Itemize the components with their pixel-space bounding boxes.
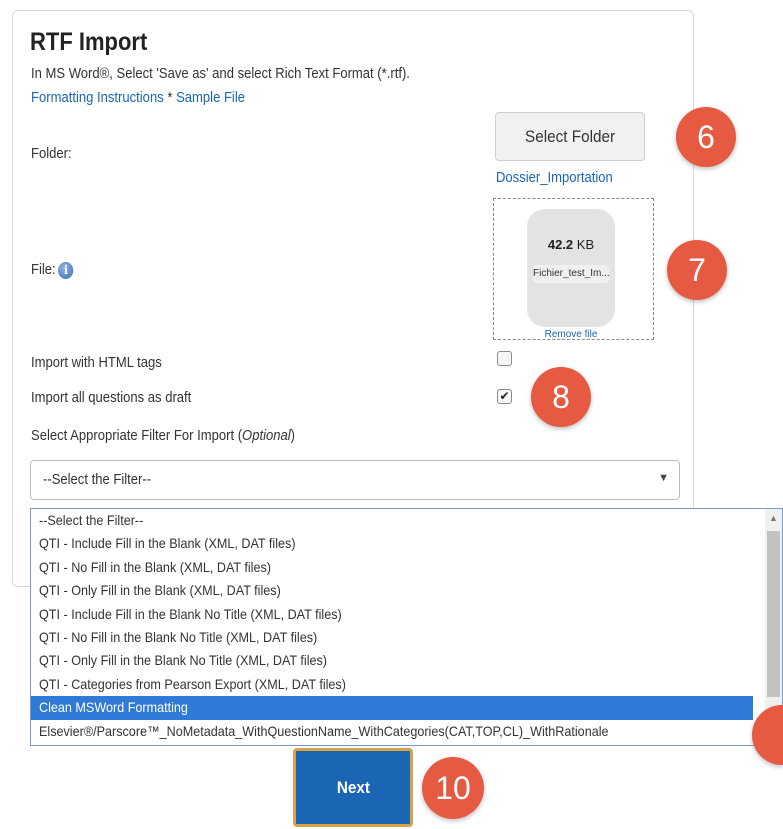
import-instructions: In MS Word®, Select 'Save as' and select…: [31, 66, 410, 82]
file-name: Fichier_test_Im...: [533, 265, 609, 283]
help-links: Formatting Instructions * Sample File: [31, 90, 245, 106]
step-badge-6: 6: [676, 107, 736, 167]
filter-option[interactable]: QTI - Include Fill in the Blank No Title…: [31, 603, 753, 626]
filter-option[interactable]: Elsevier®/Parscore™_NoMetadata_WithQuest…: [31, 720, 753, 743]
filter-select-value: --Select the Filter--: [43, 472, 152, 488]
next-button[interactable]: Next: [293, 748, 413, 827]
file-size: 42.2 KB: [527, 237, 615, 252]
file-preview-card: 42.2 KB Fichier_test_Im... Remove file: [527, 209, 615, 340]
formatting-instructions-link[interactable]: Formatting Instructions: [31, 90, 164, 106]
select-folder-button[interactable]: Select Folder: [495, 112, 645, 161]
filter-option-label: QTI - Only Fill in the Blank No Title (X…: [39, 652, 328, 669]
file-size-value: 42.2: [547, 237, 574, 252]
filter-dropdown-list[interactable]: --Select the Filter-- QTI - Include Fill…: [30, 508, 783, 746]
step-badge-8: 8: [531, 367, 591, 427]
filter-option-label: QTI - No Fill in the Blank (XML, DAT fil…: [39, 558, 271, 575]
link-separator: *: [167, 90, 173, 106]
filter-option[interactable]: QTI - Categories from Pearson Export (XM…: [31, 673, 753, 696]
filter-option-label: QTI - Only Fill in the Blank (XML, DAT f…: [39, 582, 281, 599]
filter-option-label: QTI - No Fill in the Blank No Title (XML…: [39, 628, 318, 645]
filter-option-highlighted[interactable]: Clean MSWord Formatting: [31, 696, 753, 720]
draft-label: Import all questions as draft: [31, 390, 192, 406]
filter-select[interactable]: --Select the Filter-- ▼: [30, 460, 680, 500]
filter-option[interactable]: QTI - No Fill in the Blank (XML, DAT fil…: [31, 556, 753, 579]
chevron-down-icon: ▼: [658, 472, 669, 484]
step-badge-10: 10: [422, 757, 484, 819]
page-title: RTF Import: [30, 28, 148, 56]
filter-option-label: Clean MSWord Formatting: [39, 699, 188, 716]
file-size-unit: KB: [576, 237, 595, 252]
draft-checkbox[interactable]: ✔: [497, 389, 512, 404]
filter-option[interactable]: QTI - Only Fill in the Blank No Title (X…: [31, 649, 753, 672]
step-badge-7: 7: [667, 240, 727, 300]
file-dropzone[interactable]: 42.2 KB Fichier_test_Im... Remove file: [493, 198, 654, 340]
scrollbar-thumb[interactable]: [767, 531, 780, 697]
filter-label-prefix: Select Appropriate Filter For Import (: [31, 428, 243, 444]
filter-label-optional: Optional: [242, 428, 291, 444]
filter-option[interactable]: --Select the Filter--: [31, 509, 753, 532]
file-label-row: File: i: [31, 262, 74, 279]
next-button-label: Next: [336, 777, 370, 797]
html-tags-checkbox[interactable]: [497, 351, 512, 366]
sample-file-link[interactable]: Sample File: [176, 90, 245, 106]
filter-option-label: --Select the Filter--: [39, 512, 144, 528]
filter-option-label: QTI - Include Fill in the Blank No Title…: [39, 605, 342, 622]
filter-option[interactable]: QTI - No Fill in the Blank No Title (XML…: [31, 626, 753, 649]
filter-option-label: QTI - Include Fill in the Blank (XML, DA…: [39, 535, 296, 552]
filter-option[interactable]: QTI - Include Fill in the Blank (XML, DA…: [31, 532, 753, 555]
selected-folder-name: Dossier_Importation: [496, 170, 613, 186]
filter-label: Select Appropriate Filter For Import (Op…: [31, 428, 295, 444]
filter-label-suffix: ): [290, 428, 296, 444]
filter-option-label: Elsevier®/Parscore™_NoMetadata_WithQuest…: [39, 722, 609, 739]
html-tags-label: Import with HTML tags: [31, 355, 162, 371]
file-label: File:: [31, 262, 56, 278]
filter-option[interactable]: QTI - Only Fill in the Blank (XML, DAT f…: [31, 579, 753, 602]
select-folder-button-label: Select Folder: [524, 126, 616, 146]
info-icon[interactable]: i: [58, 262, 74, 279]
scroll-up-arrow-icon[interactable]: ▲: [765, 509, 782, 527]
filter-option-label: QTI - Categories from Pearson Export (XM…: [39, 675, 346, 692]
folder-label: Folder:: [31, 146, 72, 162]
remove-file-link[interactable]: Remove file: [527, 329, 615, 340]
